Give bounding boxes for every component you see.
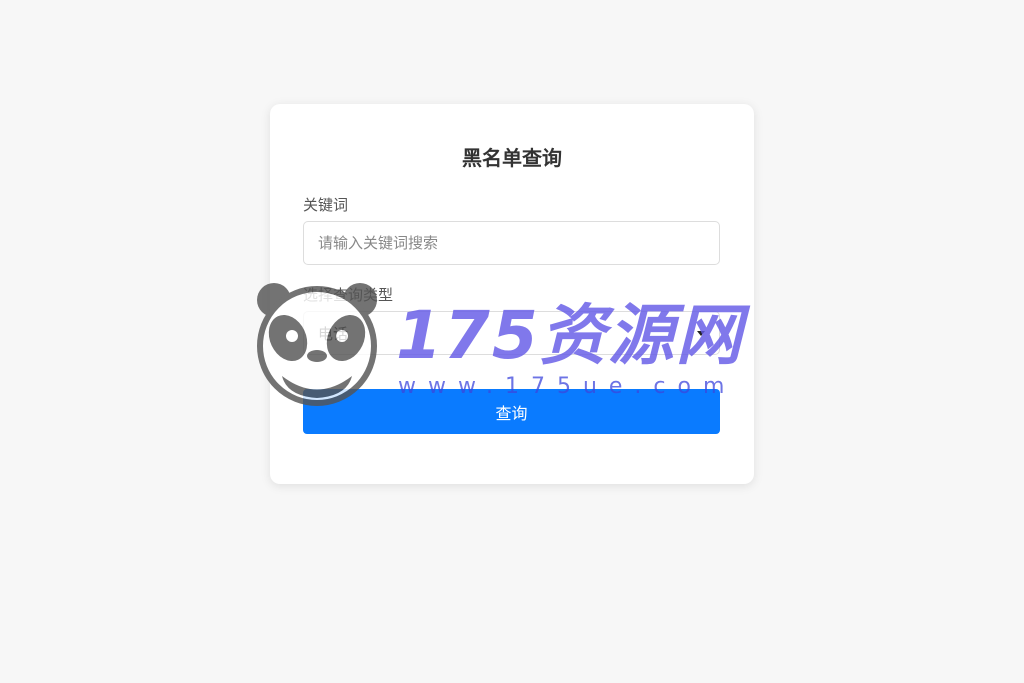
query-type-select[interactable]: 电话 [303, 311, 720, 355]
query-type-label: 选择查询类型 [303, 286, 394, 304]
page-title: 黑名单查询 [462, 146, 562, 170]
keyword-label: 关键词 [303, 196, 349, 214]
query-type-selected-value: 电话 [318, 324, 349, 343]
query-card: 黑名单查询 关键词 选择查询类型 电话 查询 [270, 104, 754, 484]
chevron-down-icon [697, 330, 705, 336]
query-button[interactable]: 查询 [303, 389, 720, 434]
keyword-input[interactable] [303, 221, 720, 265]
